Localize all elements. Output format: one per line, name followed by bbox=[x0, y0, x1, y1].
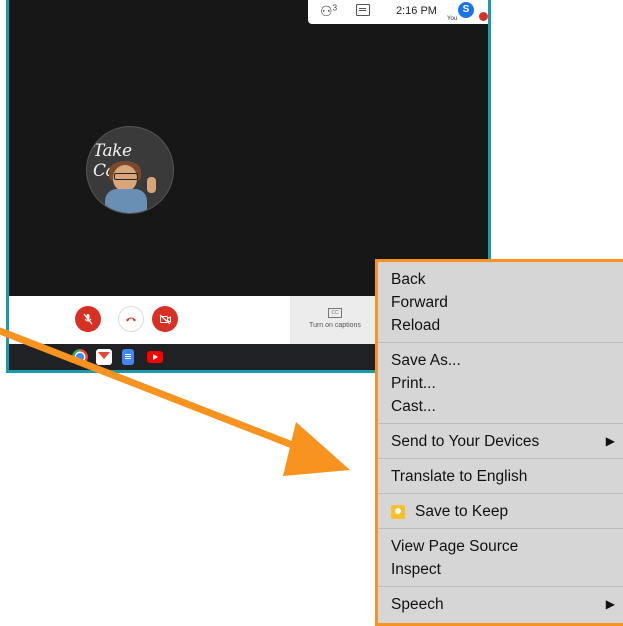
menu-group-developer: View Page Source Inspect bbox=[378, 529, 623, 587]
captions-button[interactable]: CC Turn on captions bbox=[290, 296, 380, 344]
speech-label: Speech bbox=[391, 596, 444, 613]
menu-group-page: Save As... Print... Cast... bbox=[378, 343, 623, 424]
participant-avatar: Take Care bbox=[87, 127, 173, 213]
menu-item-view-source[interactable]: View Page Source bbox=[378, 535, 623, 558]
menu-item-cast[interactable]: Cast... bbox=[378, 395, 623, 418]
gmail-icon[interactable] bbox=[96, 349, 112, 365]
user-avatar[interactable]: S bbox=[458, 2, 474, 18]
youtube-icon[interactable] bbox=[147, 351, 163, 363]
camera-off-button[interactable] bbox=[152, 306, 178, 332]
menu-group-translate: Translate to English bbox=[378, 459, 623, 494]
submenu-arrow-icon: ▶ bbox=[605, 597, 615, 611]
menu-item-speech[interactable]: Speech ▶ bbox=[378, 593, 623, 616]
menu-item-inspect[interactable]: Inspect bbox=[378, 558, 623, 581]
submenu-arrow-icon: ▶ bbox=[605, 434, 615, 448]
menu-item-reload[interactable]: Reload bbox=[378, 314, 623, 337]
menu-item-translate[interactable]: Translate to English bbox=[378, 465, 623, 488]
menu-group-navigation: Back Forward Reload bbox=[378, 262, 623, 343]
context-menu: Back Forward Reload Save As... Print... … bbox=[375, 259, 623, 626]
notification-badge bbox=[479, 12, 488, 21]
avatar-hand bbox=[147, 177, 156, 193]
keep-icon bbox=[391, 504, 405, 519]
phone-hangup-icon bbox=[126, 317, 136, 322]
video-area: ⚇3 2:16 PM S You Take Care bbox=[9, 0, 488, 296]
menu-item-forward[interactable]: Forward bbox=[378, 291, 623, 314]
captions-icon: CC bbox=[328, 308, 342, 318]
people-count: 3 bbox=[332, 3, 338, 13]
captions-label: Turn on captions bbox=[309, 322, 361, 329]
chrome-icon[interactable] bbox=[72, 349, 88, 365]
clock-time: 2:16 PM bbox=[396, 5, 437, 17]
menu-item-save-as[interactable]: Save As... bbox=[378, 349, 623, 372]
menu-item-send-to-devices[interactable]: Send to Your Devices ▶ bbox=[378, 430, 623, 453]
avatar-glasses bbox=[114, 173, 138, 180]
mute-mic-button[interactable] bbox=[75, 306, 101, 332]
menu-item-print[interactable]: Print... bbox=[378, 372, 623, 395]
chat-icon[interactable] bbox=[356, 4, 370, 16]
menu-group-speech: Speech ▶ bbox=[378, 587, 623, 621]
menu-item-back[interactable]: Back bbox=[378, 268, 623, 291]
end-call-button[interactable] bbox=[118, 306, 144, 332]
avatar-body bbox=[105, 189, 147, 213]
save-to-keep-label: Save to Keep bbox=[415, 503, 509, 520]
docs-icon[interactable] bbox=[122, 349, 134, 365]
meet-topbar: ⚇3 2:16 PM S You bbox=[308, 0, 488, 24]
menu-group-devices: Send to Your Devices ▶ bbox=[378, 424, 623, 459]
menu-item-save-to-keep[interactable]: Save to Keep bbox=[378, 500, 623, 523]
people-icon[interactable]: ⚇3 bbox=[320, 3, 337, 20]
arrow-head bbox=[283, 422, 350, 476]
send-to-devices-label: Send to Your Devices bbox=[391, 433, 540, 450]
camera-off-icon bbox=[159, 314, 171, 324]
mic-off-icon bbox=[83, 313, 93, 325]
you-label: You bbox=[447, 16, 458, 22]
menu-group-keep: Save to Keep bbox=[378, 494, 623, 529]
